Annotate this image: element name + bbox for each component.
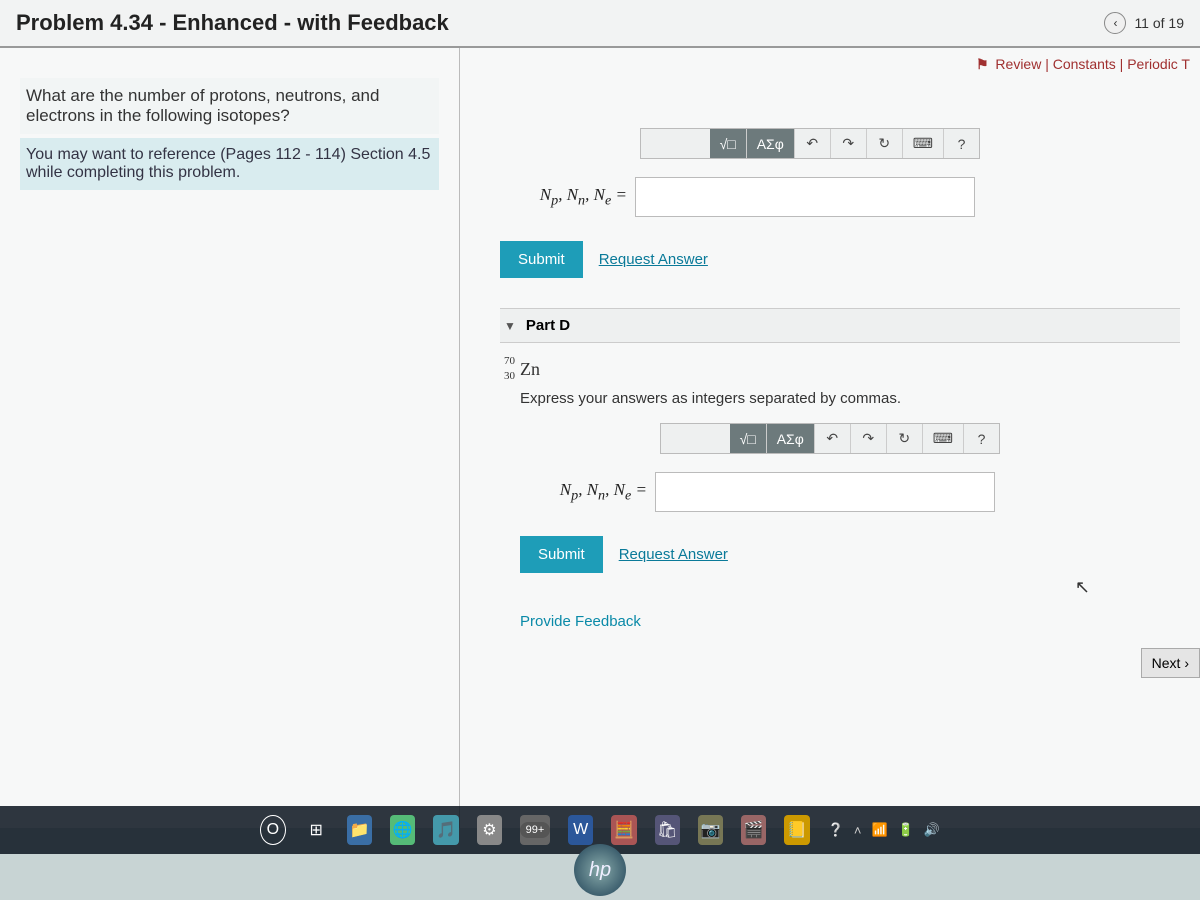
- app-icon-2[interactable]: 🌐: [390, 815, 415, 845]
- page-header: Problem 4.34 - Enhanced - with Feedback …: [0, 0, 1200, 48]
- app-icon-5[interactable]: 🧮: [611, 815, 636, 845]
- question-prompt: What are the number of protons, neutrons…: [20, 78, 439, 134]
- submit-button-c[interactable]: Submit: [500, 241, 583, 278]
- mass-number: 70: [504, 355, 515, 367]
- tray-chevron-icon[interactable]: ˄: [854, 823, 862, 838]
- app-icon-7[interactable]: 📷: [698, 815, 723, 845]
- part-d-instruction: Express your answers as integers separat…: [520, 390, 1176, 407]
- undo-button[interactable]: ↶: [794, 129, 830, 158]
- part-d-answer-block: √□ ΑΣφ ↶ ↷ ↻ ⌨ ? Np, Nn, Ne = Submit Req…: [520, 423, 1176, 573]
- vars-label-d: Np, Nn, Ne =: [520, 480, 655, 504]
- prev-problem-button[interactable]: ‹: [1104, 12, 1126, 34]
- app-icon-mail[interactable]: 99+: [520, 815, 550, 845]
- flag-icon: ⚑: [976, 56, 989, 72]
- answer-toolbar-c: √□ ΑΣφ ↶ ↷ ↻ ⌨ ?: [640, 128, 980, 159]
- problem-nav: ‹ 11 of 19: [1104, 12, 1184, 34]
- answer-input-d[interactable]: [655, 472, 995, 512]
- problem-counter: 11 of 19: [1134, 15, 1184, 31]
- periodic-table-link[interactable]: Periodic T: [1127, 56, 1190, 72]
- app-icon-4[interactable]: ⚙: [477, 815, 502, 845]
- button-row-d: Submit Request Answer: [520, 536, 1176, 573]
- resource-links: ⚑ Review | Constants | Periodic T: [976, 56, 1190, 73]
- search-icon[interactable]: O: [260, 815, 286, 845]
- keyboard-button[interactable]: ⌨: [902, 129, 943, 158]
- task-view-icon[interactable]: ⊞: [304, 815, 329, 845]
- content-area: What are the number of protons, neutrons…: [0, 48, 1200, 828]
- tray-battery-icon[interactable]: 🔋: [898, 822, 914, 838]
- hp-logo: hp: [574, 844, 626, 896]
- answer-toolbar-d: √□ ΑΣφ ↶ ↷ ↻ ⌨ ?: [660, 423, 1000, 454]
- isotope-notation: 70 30 Zn: [520, 359, 540, 380]
- undo-button-d[interactable]: ↶: [814, 424, 850, 453]
- request-answer-link-c[interactable]: Request Answer: [599, 251, 708, 268]
- system-tray: ❔ ˄ 📶 🔋 🔊: [828, 822, 940, 838]
- question-panel: What are the number of protons, neutrons…: [0, 48, 460, 828]
- collapse-caret-icon: ▼: [504, 319, 516, 333]
- app-icon-8[interactable]: 🎬: [741, 815, 766, 845]
- word-icon[interactable]: W: [568, 815, 593, 845]
- next-button[interactable]: Next ›: [1141, 648, 1200, 678]
- mail-badge: 99+: [520, 822, 551, 838]
- app-icon-3[interactable]: 🎵: [433, 815, 458, 845]
- reset-button-d[interactable]: ↻: [886, 424, 922, 453]
- part-c-answer-block: √□ ΑΣφ ↶ ↷ ↻ ⌨ ? Np, Nn, Ne = Submit Req…: [500, 128, 1180, 278]
- answer-row-d: Np, Nn, Ne =: [520, 472, 1176, 512]
- vars-label-c: Np, Nn, Ne =: [500, 185, 635, 209]
- answer-input-c[interactable]: [635, 177, 975, 217]
- tray-wifi-icon[interactable]: 📶: [871, 822, 887, 838]
- help-button[interactable]: ?: [943, 129, 979, 158]
- templates-button[interactable]: √□: [710, 129, 746, 158]
- templates-button-d[interactable]: √□: [730, 424, 766, 453]
- provide-feedback-link[interactable]: Provide Feedback: [520, 613, 1176, 630]
- app-icon-1[interactable]: 📁: [347, 815, 372, 845]
- answer-row-c: Np, Nn, Ne =: [500, 177, 1180, 217]
- greek-button[interactable]: ΑΣφ: [746, 129, 794, 158]
- greek-button-d[interactable]: ΑΣφ: [766, 424, 814, 453]
- tray-help-icon[interactable]: ❔: [828, 822, 844, 838]
- tray-volume-icon[interactable]: 🔊: [924, 822, 940, 838]
- redo-button-d[interactable]: ↷: [850, 424, 886, 453]
- redo-button[interactable]: ↷: [830, 129, 866, 158]
- review-link[interactable]: Review: [995, 56, 1041, 72]
- reset-button[interactable]: ↻: [866, 129, 902, 158]
- app-icon-6[interactable]: 🛍: [655, 815, 680, 845]
- button-row-c: Submit Request Answer: [500, 241, 1180, 278]
- atomic-number: 30: [504, 370, 515, 382]
- keyboard-button-d[interactable]: ⌨: [922, 424, 963, 453]
- answer-panel: ⚑ Review | Constants | Periodic T √□ ΑΣφ…: [460, 48, 1200, 828]
- part-d-header[interactable]: ▼ Part D: [500, 308, 1180, 343]
- element-symbol: Zn: [520, 359, 540, 379]
- request-answer-link-d[interactable]: Request Answer: [619, 546, 728, 563]
- constants-link[interactable]: Constants: [1053, 56, 1116, 72]
- submit-button-d[interactable]: Submit: [520, 536, 603, 573]
- part-d-label: Part D: [526, 317, 570, 334]
- problem-title: Problem 4.34 - Enhanced - with Feedback: [16, 10, 449, 36]
- reference-hint: You may want to reference (Pages 112 - 1…: [20, 138, 439, 190]
- cursor-icon: ↖: [1075, 577, 1090, 598]
- app-icon-9[interactable]: 📒: [784, 815, 809, 845]
- help-button-d[interactable]: ?: [963, 424, 999, 453]
